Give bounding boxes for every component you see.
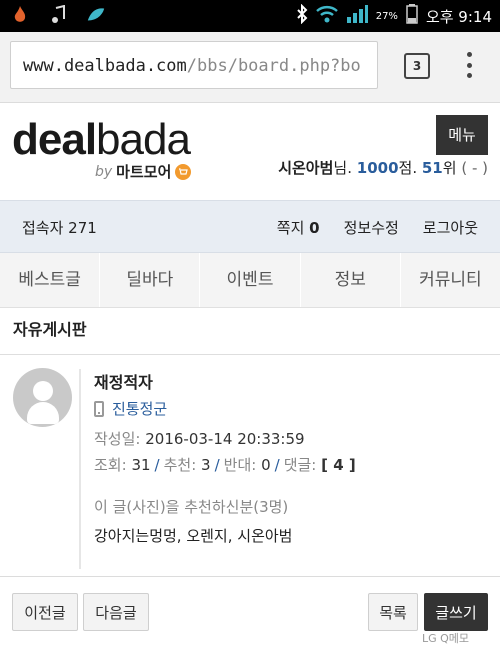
list-button[interactable]: 목록: [368, 593, 418, 631]
logo-deal: deal: [12, 115, 97, 164]
system-icons: 27% 오후 9:14: [296, 3, 492, 28]
rank-unit: 위: [442, 159, 457, 177]
date-label: 작성일:: [94, 430, 141, 448]
more-options-icon[interactable]: [462, 52, 476, 78]
messages-count: 0: [309, 219, 320, 237]
visitor-count: 접속자 271: [22, 219, 97, 237]
music-note-icon: [48, 4, 68, 26]
write-button[interactable]: 글쓰기: [424, 593, 488, 631]
recommend-label: 추천:: [163, 456, 197, 474]
logo-bada: bada: [96, 115, 191, 164]
main-nav: 베스트글 딜바다 이벤트 정보 커뮤니티: [0, 253, 500, 308]
author-name: 진통정군: [112, 400, 168, 418]
qmemo-watermark: LG Q메모: [422, 632, 470, 645]
mobile-phone-icon: [94, 400, 104, 417]
post-stats: 조회: 31/추천: 3/반대: 0/댓글: [ 4 ]: [94, 456, 356, 474]
recommenders-list: 강아지는멍멍, 오렌지, 시온아범: [94, 527, 293, 545]
nav-item-best[interactable]: 베스트글: [0, 253, 101, 307]
battery-icon: [406, 4, 418, 28]
avatar[interactable]: [13, 368, 72, 427]
user-info: 시온아범님. 1000점. 51위 ( - ): [278, 157, 488, 178]
board-title: 자유게시판: [0, 308, 500, 355]
user-rank: 51: [421, 159, 443, 177]
oppose-label: 반대:: [223, 456, 257, 474]
post-date: 작성일: 2016-03-14 20:33:59: [94, 428, 305, 449]
browser-toolbar: www.dealbada.com/bbs/board.php?bo 3: [0, 32, 500, 103]
post-title: 재정적자: [94, 373, 153, 392]
logout-link[interactable]: 로그아웃: [423, 217, 478, 238]
post-view: 재정적자 진통정군 작성일: 2016-03-14 20:33:59 조회: 3…: [0, 355, 500, 577]
tab-switcher-button[interactable]: 3: [404, 53, 430, 79]
cart-icon: [175, 163, 192, 180]
post-actions: 이전글 다음글 목록 글쓰기: [0, 577, 500, 666]
messages-link[interactable]: 쪽지 0: [277, 217, 320, 238]
wifi-icon: [315, 5, 338, 27]
clock: 오후 9:14: [425, 7, 492, 26]
comments-label: 댓글:: [283, 456, 317, 474]
bluetooth-icon: [296, 3, 308, 28]
url-domain: www.dealbada.com: [23, 56, 187, 76]
status-bar: 27% 오후 9:14: [0, 0, 500, 32]
user-suffix: 님.: [333, 159, 352, 177]
battery-percent: 27%: [375, 10, 398, 22]
site-logo[interactable]: dealbada: [12, 115, 191, 165]
comments-value[interactable]: [ 4 ]: [321, 456, 356, 474]
url-path: /bbs/board.php?bo: [186, 56, 361, 76]
notification-icons: [10, 4, 106, 26]
signal-icon: [346, 5, 368, 27]
views-value: 31: [131, 456, 151, 474]
site-header: dealbada by 마트모어 메뉴 시온아범님. 1000점. 51위 ( …: [0, 103, 500, 200]
prev-post-button[interactable]: 이전글: [12, 593, 78, 631]
points-unit: 점.: [398, 159, 418, 177]
flame-icon: [10, 4, 30, 26]
address-bar[interactable]: www.dealbada.com/bbs/board.php?bo: [10, 41, 378, 89]
nav-item-event[interactable]: 이벤트: [200, 253, 301, 307]
user-name[interactable]: 시온아범: [278, 159, 333, 177]
post-divider: [79, 369, 81, 569]
byline-by: by: [95, 163, 113, 180]
user-points: 1000: [356, 159, 399, 177]
post-author[interactable]: 진통정군: [94, 398, 167, 419]
logo-byline: by 마트모어: [95, 161, 192, 182]
recommenders-label: 이 글(사진)을 추천하신분(3명): [94, 498, 289, 516]
nav-item-dealbada[interactable]: 딜바다: [100, 253, 201, 307]
recommend-value: 3: [201, 456, 211, 474]
messages-label: 쪽지: [276, 219, 305, 237]
menu-button[interactable]: 메뉴: [436, 115, 488, 155]
byline-brand: 마트모어: [116, 163, 172, 181]
member-links: 쪽지 0 정보수정 로그아웃: [277, 217, 478, 238]
rank-change: ( - ): [461, 159, 488, 177]
edit-info-link[interactable]: 정보수정: [344, 217, 399, 238]
member-info-bar: 접속자 271 쪽지 0 정보수정 로그아웃: [0, 200, 500, 253]
oppose-value: 0: [261, 456, 271, 474]
leaf-icon: [86, 4, 106, 26]
date-value: 2016-03-14 20:33:59: [145, 430, 305, 448]
nav-item-info[interactable]: 정보: [301, 253, 401, 307]
views-label: 조회:: [94, 456, 127, 474]
next-post-button[interactable]: 다음글: [83, 593, 149, 631]
nav-item-community[interactable]: 커뮤니티: [401, 253, 500, 307]
